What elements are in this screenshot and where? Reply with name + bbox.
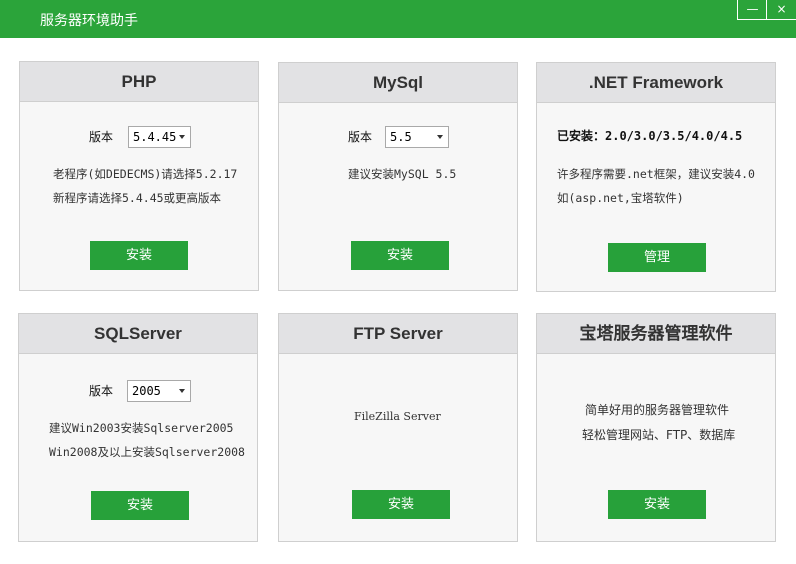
php-card: PHP 版本 5.4.45 老程序(如DEDECMS)请选择5.2.17 新程序…	[19, 61, 259, 291]
php-card-body: 版本 5.4.45 老程序(如DEDECMS)请选择5.2.17 新程序请选择5…	[20, 102, 258, 290]
title-bar: 服务器环境助手 — ×	[0, 0, 796, 38]
chevron-down-icon	[174, 381, 190, 401]
dotnet-manage-button[interactable]: 管理	[608, 243, 706, 272]
php-hint-line-2: 新程序请选择5.4.45或更高版本	[53, 191, 222, 205]
ftp-card-title: FTP Server	[279, 314, 517, 354]
close-button[interactable]: ×	[766, 0, 796, 20]
php-version-select[interactable]: 5.4.45	[128, 126, 191, 148]
php-version-value: 5.4.45	[133, 130, 177, 144]
close-icon: ×	[776, 2, 787, 16]
bt-card: 宝塔服务器管理软件 简单好用的服务器管理软件 轻松管理网站、FTP、数据库 安装	[536, 313, 776, 542]
mysql-card-title: MySql	[279, 63, 517, 103]
chevron-down-icon	[174, 127, 190, 147]
sqlserver-install-button[interactable]: 安装	[91, 491, 189, 520]
sqlserver-hint-line-2: Win2008及以上安装Sqlserver2008	[49, 445, 245, 459]
sqlserver-hint-line-1: 建议Win2003安装Sqlserver2005	[49, 421, 234, 435]
mysql-card-body: 版本 5.5 建议安装MySQL 5.5 安装	[279, 103, 517, 290]
bt-card-body: 简单好用的服务器管理软件 轻松管理网站、FTP、数据库 安装	[537, 354, 775, 541]
dotnet-hint-line-2: 如(asp.net,宝塔软件)	[557, 191, 684, 205]
minimize-icon: —	[746, 2, 759, 16]
php-card-title: PHP	[20, 62, 258, 102]
dotnet-card-body: 已安装：2.0/3.0/3.5/4.0/4.5 许多程序需要.net框架，建议安…	[537, 103, 775, 291]
ftp-card-body: FileZilla Server 安装	[279, 354, 517, 541]
bt-hint-line-2: 轻松管理网站、FTP、数据库	[582, 428, 736, 442]
dotnet-card-title: .NET Framework	[537, 63, 775, 103]
window-title: 服务器环境助手	[40, 13, 138, 29]
mysql-version-value: 5.5	[390, 130, 412, 144]
dotnet-installed-line: 已安装：2.0/3.0/3.5/4.0/4.5	[557, 129, 743, 143]
ftp-install-button[interactable]: 安装	[352, 490, 450, 519]
chevron-down-icon	[432, 127, 448, 147]
mysql-version-select[interactable]: 5.5	[385, 126, 449, 148]
mysql-version-label: 版本	[348, 130, 373, 144]
php-install-button[interactable]: 安装	[90, 241, 188, 270]
dotnet-hint-line-1: 许多程序需要.net框架，建议安装4.0	[557, 167, 755, 181]
dotnet-card: .NET Framework 已安装：2.0/3.0/3.5/4.0/4.5 许…	[536, 62, 776, 292]
php-hint-line-1: 老程序(如DEDECMS)请选择5.2.17	[53, 167, 238, 181]
bt-install-button[interactable]: 安装	[608, 490, 706, 519]
mysql-hint-line-1: 建议安装MySQL 5.5	[348, 167, 457, 181]
mysql-card: MySql 版本 5.5 建议安装MySQL 5.5 安装	[278, 62, 518, 291]
bt-hint-line-1: 简单好用的服务器管理软件	[585, 403, 730, 417]
mysql-install-button[interactable]: 安装	[351, 241, 449, 270]
sqlserver-version-label: 版本	[89, 384, 114, 398]
ftp-card: FTP Server FileZilla Server 安装	[278, 313, 518, 542]
sqlserver-card: SQLServer 版本 2005 建议Win2003安装Sqlserver20…	[18, 313, 258, 542]
ftp-hint-line-1: FileZilla Server	[354, 410, 441, 423]
sqlserver-version-value: 2005	[132, 384, 161, 398]
minimize-button[interactable]: —	[737, 0, 767, 20]
php-version-label: 版本	[89, 130, 114, 144]
bt-card-title: 宝塔服务器管理软件	[537, 314, 775, 354]
sqlserver-card-title: SQLServer	[19, 314, 257, 354]
sqlserver-version-select[interactable]: 2005	[127, 380, 191, 402]
sqlserver-card-body: 版本 2005 建议Win2003安装Sqlserver2005 Win2008…	[19, 354, 257, 541]
